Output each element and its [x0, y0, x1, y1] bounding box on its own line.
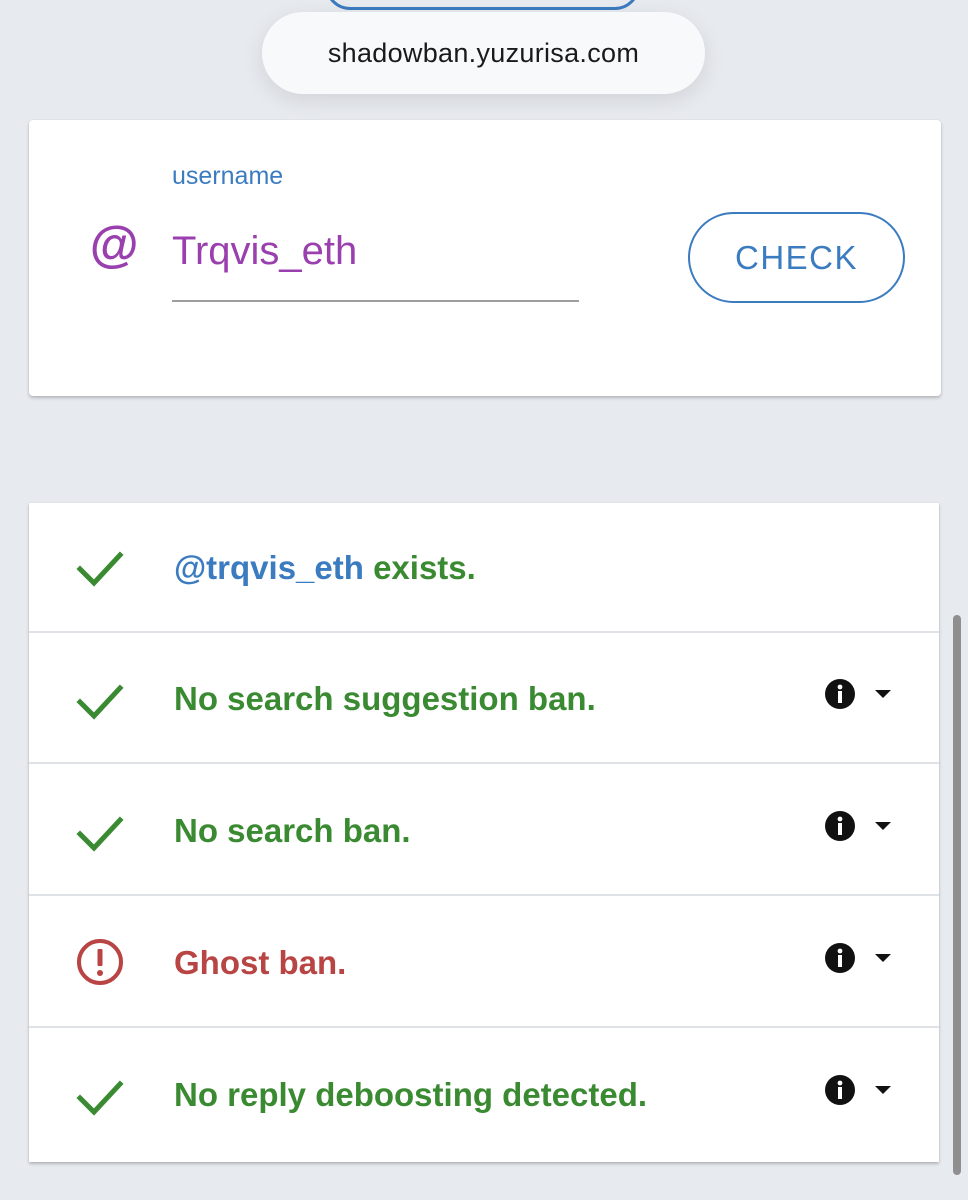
- scrollbar[interactable]: [953, 615, 961, 1175]
- result-row-reply-deboosting[interactable]: No reply deboosting detected.: [29, 1030, 939, 1160]
- result-text: No search suggestion ban.: [174, 680, 596, 717]
- username-input[interactable]: [172, 220, 579, 302]
- result-row-search-suggestion[interactable]: No search suggestion ban.: [29, 634, 939, 764]
- alert-circle-icon: [77, 939, 123, 985]
- info-icon[interactable]: [824, 810, 856, 842]
- username-link[interactable]: @trqvis_eth: [174, 549, 364, 586]
- url-bar[interactable]: shadowban.yuzurisa.com: [262, 12, 705, 94]
- chevron-down-icon[interactable]: [874, 688, 892, 700]
- info-icon[interactable]: [824, 942, 856, 974]
- info-icon[interactable]: [824, 678, 856, 710]
- username-label: username: [172, 162, 284, 190]
- check-icon: [76, 684, 124, 720]
- result-row-search-ban[interactable]: No search ban.: [29, 766, 939, 896]
- at-sign-icon: @: [89, 217, 138, 273]
- result-row-exists: @trqvis_eth exists.: [29, 503, 939, 633]
- check-icon: [76, 551, 124, 587]
- check-icon: [76, 1080, 124, 1116]
- check-icon: [76, 816, 124, 852]
- result-text: No search ban.: [174, 812, 411, 849]
- result-text: No reply deboosting detected.: [174, 1076, 648, 1113]
- result-text: Ghost ban.: [174, 944, 347, 981]
- top-button-outline[interactable]: [325, 0, 640, 10]
- url-text: shadowban.yuzurisa.com: [327, 37, 640, 68]
- exists-text: exists.: [363, 549, 476, 586]
- result-text: @trqvis_eth exists.: [174, 549, 476, 587]
- result-row-ghost-ban[interactable]: Ghost ban.: [29, 898, 939, 1028]
- check-button[interactable]: CHECK: [688, 212, 905, 303]
- info-icon[interactable]: [824, 1074, 856, 1106]
- results-card: @trqvis_eth exists. No search suggestion…: [29, 503, 939, 1162]
- search-card: username @ CHECK: [29, 120, 941, 396]
- chevron-down-icon[interactable]: [874, 1084, 892, 1096]
- chevron-down-icon[interactable]: [874, 820, 892, 832]
- chevron-down-icon[interactable]: [874, 952, 892, 964]
